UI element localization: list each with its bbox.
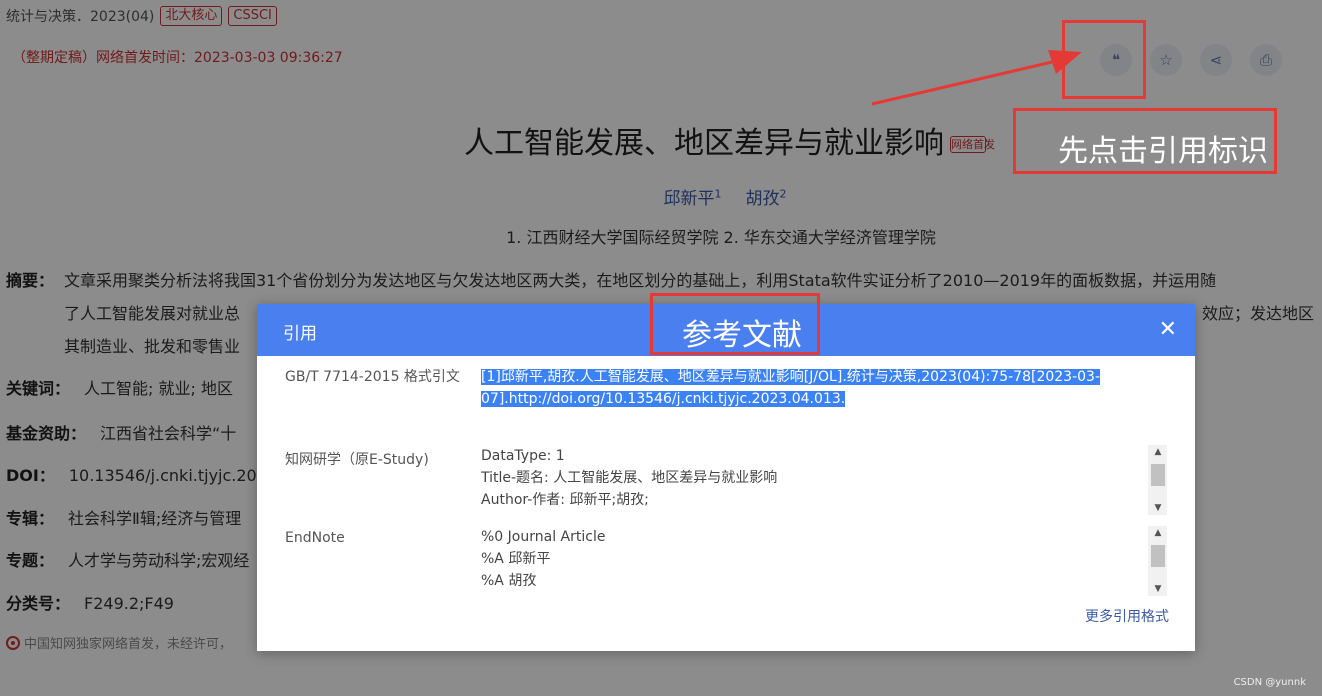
watermark: CSDN @yunnk [1233,677,1306,688]
annotation-arrow-icon [871,50,1082,106]
